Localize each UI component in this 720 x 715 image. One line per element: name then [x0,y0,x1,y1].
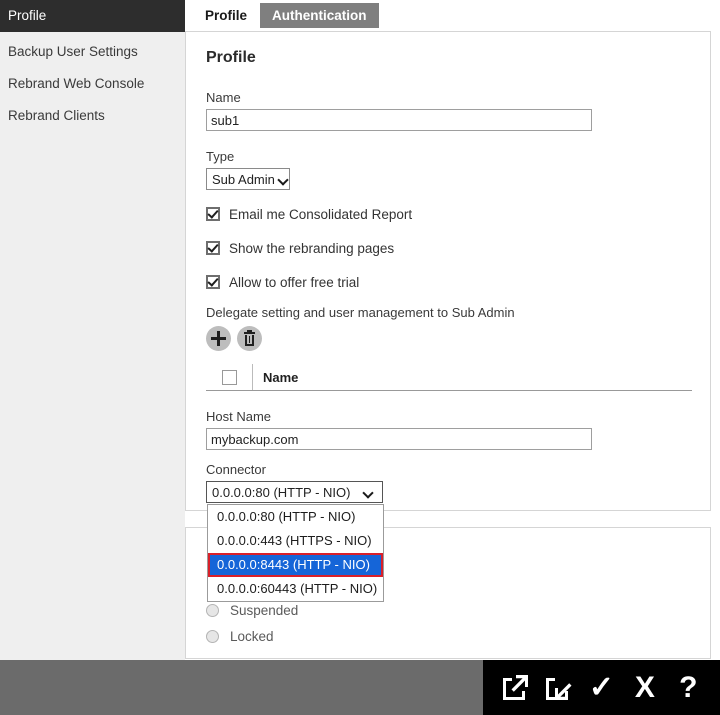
radio-locked[interactable]: Locked [206,629,274,644]
checkbox-label: Show the rebranding pages [229,241,394,256]
tab-label: Authentication [272,8,367,23]
radio-label: Suspended [230,603,298,618]
profile-panel: Profile Name Type Sub Admin Email me Con… [185,31,711,511]
sidebar-item-rebrand-web-console[interactable]: Rebrand Web Console [0,68,185,100]
checkbox-email-consolidated-report[interactable]: Email me Consolidated Report [206,205,412,223]
radio-label: Locked [230,629,274,644]
type-label: Type [206,149,290,164]
checkbox-icon[interactable] [206,275,220,289]
bottom-toolbar: ✓ X ? [0,660,720,715]
tab-strip: Profile Authentication [185,0,720,30]
checkbox-label: Allow to offer free trial [229,275,359,290]
plus-icon-bar [217,331,220,346]
checkbox-label: Email me Consolidated Report [229,207,412,222]
trash-icon-lid [244,332,255,334]
name-label: Name [206,90,592,105]
sidebar-item-label: Backup User Settings [8,44,138,59]
checkbox-icon[interactable] [206,207,220,221]
sidebar-item-label: Profile [8,8,46,23]
chevron-down-icon [279,168,289,190]
radio-icon[interactable] [206,630,219,643]
page-title: Profile [206,49,256,67]
check-glyph: ✓ [584,671,618,705]
host-name-field-group: Host Name [206,409,592,450]
connector-option-1[interactable]: 0.0.0.0:443 (HTTPS - NIO) [208,529,383,553]
type-select[interactable]: Sub Admin [206,168,290,190]
connector-label: Connector [206,462,383,477]
sidebar-item-backup-user-settings[interactable]: Backup User Settings [0,36,185,68]
connector-option-3[interactable]: 0.0.0.0:60443 (HTTP - NIO) [208,577,383,601]
export-icon[interactable] [498,671,532,705]
checkbox-icon[interactable] [206,241,220,255]
connector-dropdown-list[interactable]: 0.0.0.0:80 (HTTP - NIO) 0.0.0.0:443 (HTT… [207,504,384,602]
add-button[interactable] [206,326,231,351]
connector-option-0[interactable]: 0.0.0.0:80 (HTTP - NIO) [208,505,383,529]
delegate-description: Delegate setting and user management to … [206,305,515,320]
close-x-icon[interactable]: X [628,671,662,705]
connector-select[interactable]: 0.0.0.0:80 (HTTP - NIO) [206,481,383,503]
host-name-label: Host Name [206,409,592,424]
sidebar-item-label: Rebrand Web Console [8,76,144,91]
connector-select-value: 0.0.0.0:80 (HTTP - NIO) [207,485,364,500]
table-column-name: Name [253,370,298,385]
toolbar-icon-group: ✓ X ? [483,660,720,715]
table-select-all-cell[interactable] [206,364,253,390]
import-icon[interactable] [541,671,575,705]
connector-field-group: Connector 0.0.0.0:80 (HTTP - NIO) [206,462,383,503]
tab-label: Profile [205,8,247,23]
radio-icon[interactable] [206,604,219,617]
tab-authentication[interactable]: Authentication [260,3,379,28]
delegate-table-header: Name [206,364,692,391]
x-glyph: X [628,671,662,705]
connector-option-2[interactable]: 0.0.0.0:8443 (HTTP - NIO) [208,553,383,577]
sidebar-item-profile[interactable]: Profile [0,0,185,32]
chevron-down-icon [364,481,374,503]
name-field-group: Name [206,90,592,131]
sidebar-item-label: Rebrand Clients [8,108,105,123]
name-input[interactable] [206,109,592,131]
type-field-group: Type Sub Admin [206,149,290,190]
host-name-input[interactable] [206,428,592,450]
radio-suspended[interactable]: Suspended [206,603,298,618]
select-all-checkbox[interactable] [222,370,237,385]
checkbox-allow-free-trial[interactable]: Allow to offer free trial [206,273,359,291]
help-icon[interactable]: ? [671,671,705,705]
delete-button[interactable] [237,326,262,351]
tab-profile[interactable]: Profile [193,3,259,28]
check-icon[interactable]: ✓ [584,671,618,705]
checkbox-show-rebranding-pages[interactable]: Show the rebranding pages [206,239,394,257]
type-select-value: Sub Admin [207,172,279,187]
help-glyph: ? [671,671,705,705]
trash-icon [245,335,254,346]
sidebar: Profile Backup User Settings Rebrand Web… [0,0,185,660]
sidebar-item-rebrand-clients[interactable]: Rebrand Clients [0,100,185,132]
